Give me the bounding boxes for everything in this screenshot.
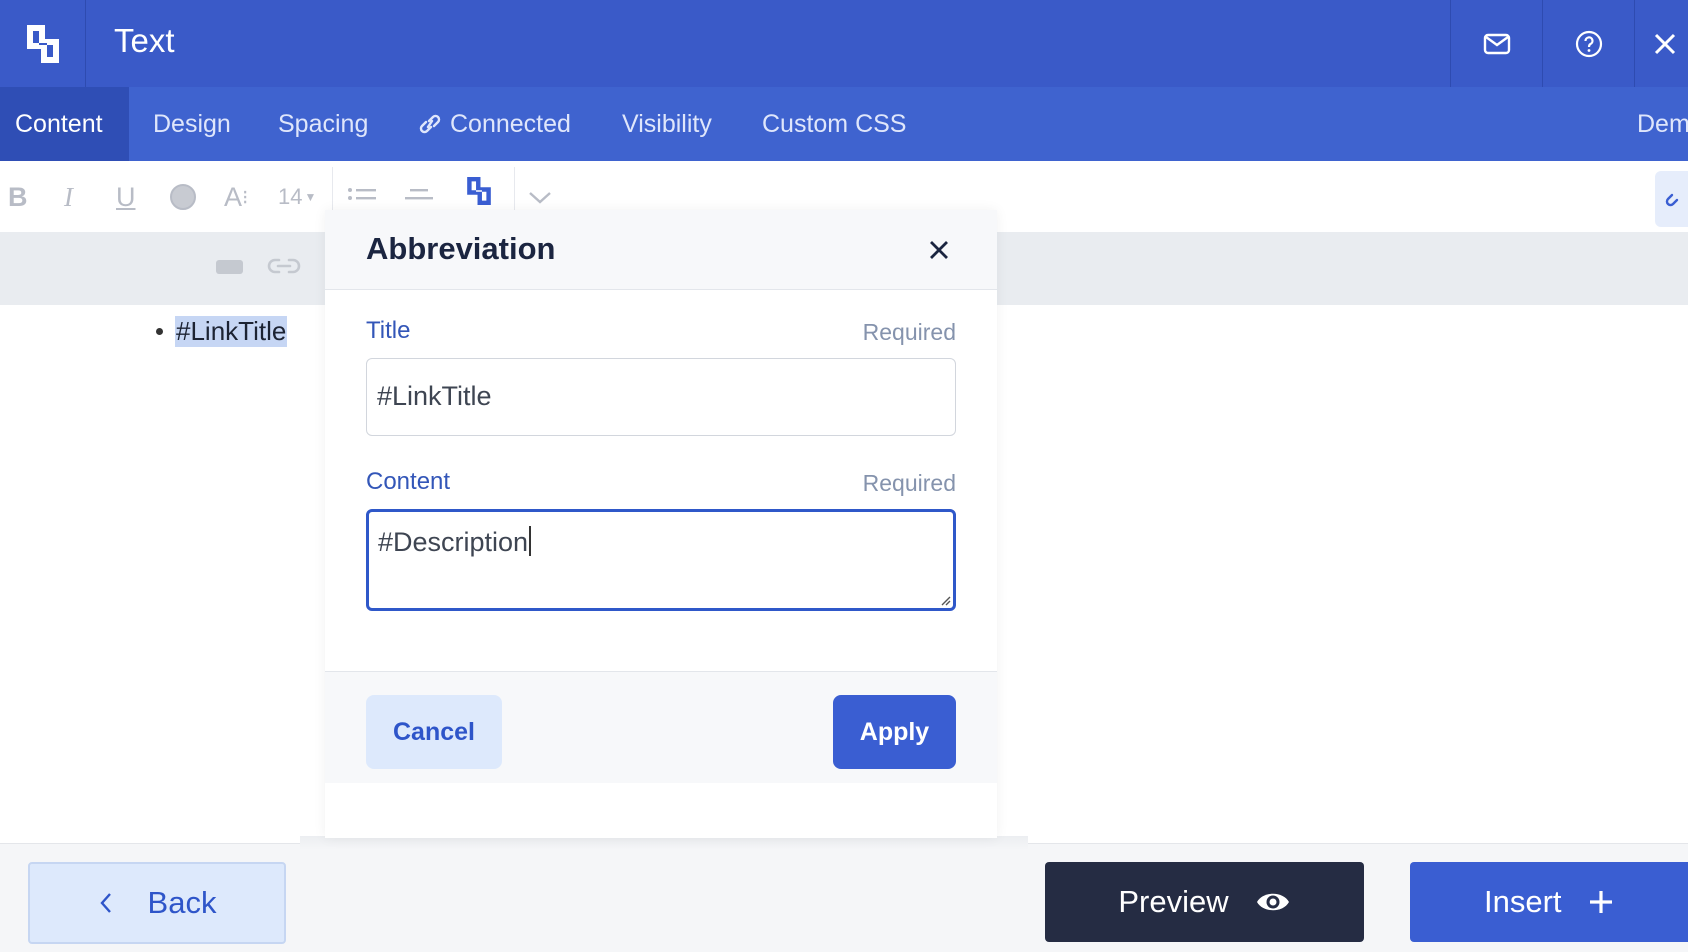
content-textarea-value: #Description (378, 527, 529, 557)
link-side-button[interactable] (1655, 171, 1688, 227)
font-size-prefix: A (224, 181, 243, 212)
content-required-hint: Required (862, 470, 956, 496)
bullet-list-button[interactable] (347, 181, 377, 213)
mail-icon (1483, 33, 1510, 54)
content-textarea[interactable]: #Description (366, 509, 956, 611)
font-size-label: A ⁝ (224, 181, 249, 212)
back-label: Back (147, 885, 217, 920)
insert-button[interactable]: Insert (1410, 862, 1688, 942)
tab-design[interactable]: Design (138, 87, 246, 161)
font-size-value: 14 (278, 184, 303, 209)
font-size-dropdown[interactable]: 14 ▼ (278, 181, 316, 213)
tab-dem[interactable]: Dem (1622, 87, 1688, 161)
logo-icon (0, 0, 86, 87)
close-icon (930, 241, 948, 259)
underline-button[interactable]: U (116, 181, 136, 213)
bullet-list-icon (348, 188, 376, 200)
back-button[interactable]: Back (28, 862, 286, 944)
tab-spacing[interactable]: Spacing (263, 87, 383, 161)
tab-bar: Content Design Spacing Connected Visibil… (0, 87, 1688, 161)
tab-connected-label: Connected (450, 110, 571, 138)
help-button[interactable] (1542, 0, 1634, 87)
more-options-button[interactable] (526, 181, 554, 213)
mail-button[interactable] (1450, 0, 1542, 87)
text-color-button[interactable] (168, 181, 198, 213)
text-caret (529, 526, 532, 556)
close-window-button[interactable] (1634, 0, 1688, 87)
logo-icon (467, 176, 491, 206)
tab-connected[interactable]: Connected (401, 87, 586, 161)
selected-text[interactable]: #LinkTitle (175, 316, 288, 347)
color-circle-icon (170, 184, 196, 210)
bottom-action-bar: Back Preview Insert (0, 843, 1688, 952)
chevron-down-icon: ▼ (304, 190, 317, 204)
tab-visibility[interactable]: Visibility (607, 87, 727, 161)
minus-icon[interactable] (216, 260, 243, 274)
tab-content[interactable]: Content (0, 87, 129, 161)
bullet-dot (156, 328, 163, 335)
help-icon (1575, 30, 1602, 57)
abbreviation-button[interactable] (464, 175, 494, 207)
insert-label: Insert (1484, 884, 1562, 919)
preview-label: Preview (1118, 884, 1229, 919)
bold-button[interactable]: B (8, 181, 28, 213)
chevron-left-icon (99, 893, 111, 913)
plus-icon (1589, 891, 1612, 913)
link-icon (419, 114, 441, 134)
cancel-button[interactable]: Cancel (366, 695, 502, 769)
dialog-close-button[interactable] (923, 234, 955, 266)
align-button[interactable] (404, 181, 434, 213)
dialog-header: Abbreviation (325, 210, 997, 290)
apply-button[interactable]: Apply (833, 695, 956, 769)
dialog-footer: Cancel Apply (325, 671, 997, 783)
abbreviation-dialog: Abbreviation Title Required #LinkTitle C… (325, 210, 997, 838)
title-bar: Text (0, 0, 1688, 87)
unlink-icon[interactable] (266, 254, 302, 283)
chevron-down-icon (529, 192, 551, 204)
align-icon (405, 189, 433, 200)
title-input[interactable]: #LinkTitle (366, 358, 956, 436)
title-field-label: Title (366, 317, 411, 344)
italic-button[interactable]: I (64, 181, 73, 213)
content-field-label: Content (366, 468, 451, 495)
preview-button[interactable]: Preview (1045, 862, 1364, 942)
modal-shadow (300, 836, 1028, 850)
title-required-hint: Required (862, 319, 956, 345)
app-window: Text Content Design Spacing Connected Vi… (0, 0, 1688, 952)
dialog-title: Abbreviation (366, 231, 556, 266)
resize-grip-icon[interactable] (939, 594, 951, 606)
editor-list-item[interactable]: #LinkTitle (156, 316, 288, 347)
link-icon (1665, 193, 1679, 207)
close-icon (1654, 33, 1675, 54)
window-title: Text (114, 22, 175, 59)
eye-icon (1256, 893, 1289, 911)
tab-custom-css[interactable]: Custom CSS (747, 87, 921, 161)
